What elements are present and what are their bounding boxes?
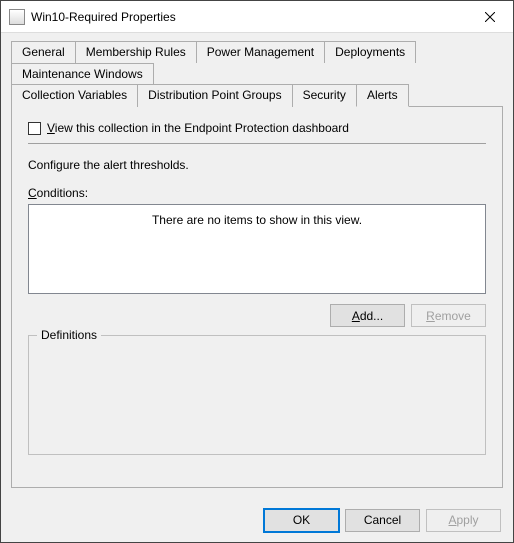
conditions-empty-text: There are no items to show in this view.	[152, 213, 362, 227]
close-icon	[485, 12, 495, 22]
titlebar: Win10-Required Properties	[1, 1, 513, 33]
close-button[interactable]	[467, 1, 513, 33]
apply-button: Apply	[426, 509, 501, 532]
dialog-body: General Membership Rules Power Managemen…	[1, 33, 513, 498]
conditions-label: Conditions:	[28, 186, 486, 200]
cancel-button[interactable]: Cancel	[345, 509, 420, 532]
tab-panel-alerts: View this collection in the Endpoint Pro…	[11, 106, 503, 488]
window-title: Win10-Required Properties	[31, 10, 467, 24]
ok-button[interactable]: OK	[264, 509, 339, 532]
conditions-button-row: Add... Remove	[28, 304, 486, 327]
tabstrip-row2: Collection Variables Distribution Point …	[11, 84, 503, 107]
tab-maintenance-windows[interactable]: Maintenance Windows	[11, 63, 154, 85]
view-collection-row: View this collection in the Endpoint Pro…	[28, 121, 486, 144]
tab-general[interactable]: General	[11, 41, 76, 63]
remove-button: Remove	[411, 304, 486, 327]
app-icon	[9, 9, 25, 25]
tab-power-management[interactable]: Power Management	[196, 41, 325, 63]
tab-alerts[interactable]: Alerts	[356, 84, 409, 107]
tab-deployments[interactable]: Deployments	[324, 41, 416, 63]
definitions-legend: Definitions	[37, 328, 101, 342]
view-collection-checkbox[interactable]	[28, 122, 41, 135]
conditions-listbox[interactable]: There are no items to show in this view.	[28, 204, 486, 294]
add-button[interactable]: Add...	[330, 304, 405, 327]
tab-collection-variables[interactable]: Collection Variables	[11, 84, 138, 107]
tab-security[interactable]: Security	[292, 84, 357, 107]
dialog-footer: OK Cancel Apply	[1, 498, 513, 542]
tabstrip: General Membership Rules Power Managemen…	[11, 41, 503, 85]
definitions-groupbox: Definitions	[28, 335, 486, 455]
tab-distribution-point-groups[interactable]: Distribution Point Groups	[137, 84, 292, 107]
tab-membership-rules[interactable]: Membership Rules	[75, 41, 197, 63]
view-collection-label: View this collection in the Endpoint Pro…	[47, 121, 349, 135]
spacer	[28, 455, 486, 471]
configure-thresholds-text: Configure the alert thresholds.	[28, 158, 486, 172]
